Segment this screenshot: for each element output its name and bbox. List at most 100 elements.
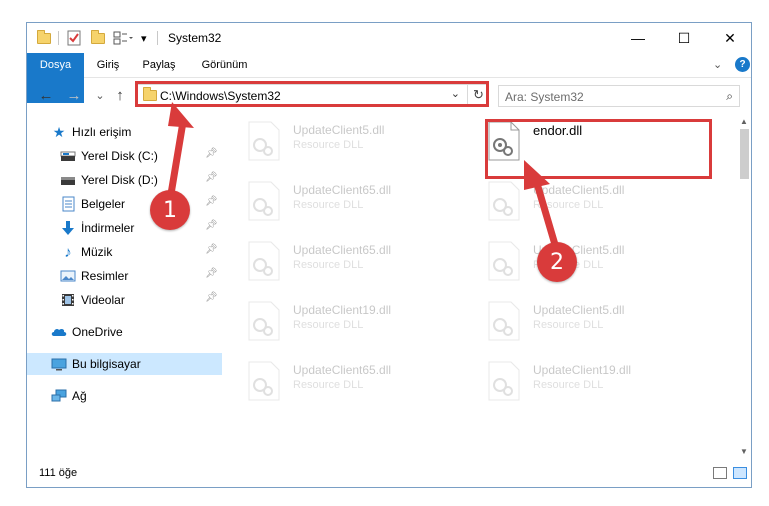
sidebar-item-network[interactable]: Ağ [27, 385, 222, 407]
file-description: Resource DLL [533, 199, 604, 211]
file-name: UpdateClient65.dll [293, 183, 392, 197]
help-icon[interactable]: ? [735, 57, 750, 72]
scroll-up-icon[interactable]: ▲ [740, 117, 748, 126]
sidebar-item-pictures[interactable]: Resimler 📌︎ [27, 265, 222, 287]
folder-icon [37, 29, 51, 47]
maximize-button[interactable]: ☐ [661, 23, 707, 53]
recent-locations-button[interactable]: ⌄ [91, 86, 109, 104]
network-icon [51, 388, 67, 404]
sidebar-item-onedrive[interactable]: OneDrive [27, 321, 222, 343]
status-bar: 111 öğe [27, 463, 751, 487]
sidebar-item-label: Ağ [72, 389, 87, 403]
navigation-pane: ★ Hızlı erişim Yerel Disk (C:) 📌︎ Yerel … [27, 115, 222, 461]
dll-file-icon [488, 181, 520, 221]
sidebar-item-label: Resimler [81, 269, 129, 283]
music-icon: ♪ [64, 243, 72, 261]
up-button[interactable]: ↑ [111, 86, 129, 104]
star-icon: ★ [52, 123, 66, 140]
file-description: Resource DLL [533, 319, 604, 331]
pin-icon: 📌︎ [205, 220, 218, 231]
pin-icon: 📌︎ [205, 148, 218, 159]
close-button[interactable]: ✕ [707, 23, 751, 53]
pin-icon: 📌︎ [205, 172, 218, 183]
dll-file-icon [488, 301, 520, 341]
sidebar-item-quick-access[interactable]: ★ Hızlı erişim [27, 121, 222, 143]
dll-file-icon [488, 361, 520, 401]
scrollbar-thumb[interactable] [740, 129, 749, 179]
dll-file-icon [248, 301, 280, 341]
videos-icon [60, 292, 76, 308]
scroll-down-icon[interactable]: ▼ [740, 447, 748, 456]
new-folder-icon[interactable] [91, 29, 105, 47]
file-description: Resource DLL [533, 379, 604, 391]
large-icons-view-icon[interactable] [733, 467, 747, 479]
pin-icon: 📌︎ [205, 268, 218, 279]
list-item[interactable]: UpdateClient65.dll Resource DLL [247, 237, 477, 287]
pin-icon: 📌︎ [205, 196, 218, 207]
file-description: Resource DLL [293, 139, 364, 151]
search-input[interactable] [503, 88, 707, 106]
tab-share[interactable]: Paylaş [139, 53, 179, 77]
sidebar-item-label: Hızlı erişim [72, 125, 132, 139]
sidebar-item-label: İndirmeler [81, 221, 135, 235]
qa-dropdown-icon[interactable]: ▾ [141, 29, 147, 47]
vertical-scrollbar[interactable]: ▲ ▼ [737, 115, 751, 461]
sidebar-item-label: Belgeler [81, 197, 126, 211]
pin-icon: 📌︎ [205, 244, 218, 255]
sidebar-item-label: Videolar [81, 293, 125, 307]
title-bar: ▾ System32 — ☐ ✕ [27, 23, 751, 53]
search-icon[interactable]: ⌕ [726, 89, 733, 104]
dll-file-icon [248, 361, 280, 401]
file-name: UpdateClient19.dll [533, 363, 632, 377]
sidebar-item-local-disk-d[interactable]: Yerel Disk (D:) 📌︎ [27, 169, 222, 191]
list-item[interactable]: UpdateClient5.dll Resource DLL [487, 297, 717, 347]
tab-view[interactable]: Görünüm [197, 53, 252, 77]
list-item[interactable]: UpdateClient5.dll Resource DLL [487, 237, 717, 287]
sidebar-item-label: OneDrive [72, 325, 123, 339]
drive-icon [60, 148, 76, 164]
step-1-badge: 1 [150, 190, 190, 230]
dll-file-icon [248, 181, 280, 221]
file-name: UpdateClient65.dll [293, 243, 392, 257]
list-item[interactable]: UpdateClient19.dll Resource DLL [247, 297, 477, 347]
cloud-icon [51, 324, 67, 340]
details-view-icon[interactable] [713, 467, 727, 479]
minimize-button[interactable]: — [615, 23, 661, 53]
back-button[interactable]: ← [37, 86, 55, 104]
file-name: UpdateClient5.dll [293, 123, 385, 137]
sidebar-item-music[interactable]: ♪ Müzik 📌︎ [27, 241, 222, 263]
file-name: UpdateClient19.dll [293, 303, 392, 317]
customize-toolbar-icon[interactable] [113, 29, 133, 47]
dll-file-icon [248, 121, 280, 161]
step-2-badge: 2 [537, 242, 577, 282]
sidebar-item-this-pc[interactable]: Bu bilgisayar [27, 353, 222, 375]
list-item[interactable]: UpdateClient5.dll Resource DLL [487, 177, 717, 227]
file-name: UpdateClient5.dll [533, 183, 625, 197]
tab-home[interactable]: Giriş [91, 53, 125, 77]
explorer-window: ▾ System32 — ☐ ✕ Dosya Giriş Paylaş Görü… [26, 22, 752, 488]
drive-icon [60, 172, 76, 188]
list-item[interactable]: UpdateClient5.dll Resource DLL [247, 117, 477, 167]
sidebar-item-downloads[interactable]: İndirmeler 📌︎ [27, 217, 222, 239]
computer-icon [51, 356, 67, 372]
list-item[interactable]: UpdateClient19.dll Resource DLL [487, 357, 717, 407]
sidebar-item-label: Bu bilgisayar [72, 357, 141, 371]
forward-button[interactable]: → [65, 86, 83, 104]
list-item[interactable]: UpdateClient65.dll Resource DLL [247, 357, 477, 407]
sidebar-item-local-disk-c[interactable]: Yerel Disk (C:) 📌︎ [27, 145, 222, 167]
file-description: Resource DLL [293, 379, 364, 391]
divider [58, 31, 59, 45]
file-description: Resource DLL [293, 259, 364, 271]
sidebar-item-videos[interactable]: Videolar 📌︎ [27, 289, 222, 311]
properties-icon[interactable] [67, 29, 81, 47]
search-box[interactable]: ⌕ [498, 85, 740, 107]
file-description: Resource DLL [293, 319, 364, 331]
sidebar-item-label: Müzik [81, 245, 113, 259]
address-row: ← → ⌄ ↑ C:\Windows\System32 ⌄ ↻ ⌕ [27, 78, 751, 113]
ribbon-expand-icon[interactable]: ⌄ [713, 58, 722, 71]
file-description: Resource DLL [293, 199, 364, 211]
sidebar-item-documents[interactable]: Belgeler 📌︎ [27, 193, 222, 215]
list-item[interactable]: UpdateClient65.dll Resource DLL [247, 177, 477, 227]
divider [157, 31, 158, 45]
sidebar-item-label: Yerel Disk (D:) [81, 173, 158, 187]
